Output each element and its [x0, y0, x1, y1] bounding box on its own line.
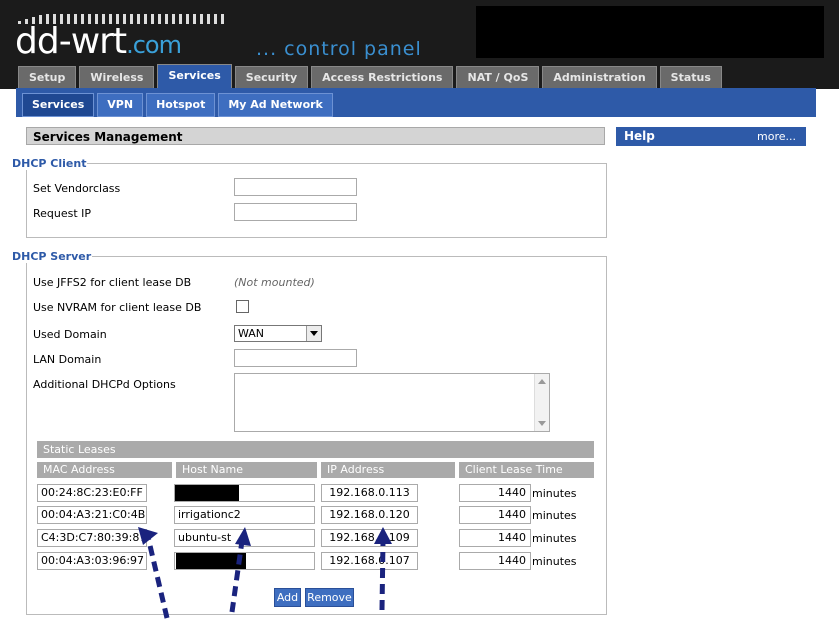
section-title: Services Management: [26, 127, 605, 145]
redaction-bar: [175, 485, 239, 501]
request-ip-input[interactable]: [234, 203, 357, 221]
request-ip-label: Request IP: [33, 207, 92, 220]
vendorclass-label: Set Vendorclass: [33, 182, 121, 195]
subtab-services[interactable]: Services: [22, 93, 95, 117]
lease-unit: minutes: [532, 555, 577, 568]
lease-unit: minutes: [532, 487, 577, 500]
nvram-checkbox[interactable]: [236, 300, 249, 313]
column-header-mac: MAC Address: [37, 462, 172, 478]
hostname-input[interactable]: ubuntu-st: [174, 529, 315, 547]
scroll-down-icon[interactable]: [538, 421, 546, 426]
vendorclass-input[interactable]: [234, 178, 357, 196]
chevron-down-icon[interactable]: [306, 326, 321, 341]
lease-time-input[interactable]: 1440: [459, 506, 531, 524]
scroll-up-icon[interactable]: [538, 379, 546, 384]
ip-input[interactable]: 192.168.0.113: [321, 484, 418, 502]
column-header-lease: Client Lease Time: [459, 462, 594, 478]
tagline: ... control panel: [256, 38, 422, 60]
jffs2-status: (Not mounted): [234, 276, 315, 289]
sub-tabs: Services VPN Hotspot My Ad Network: [22, 93, 333, 117]
jffs2-label: Use JFFS2 for client lease DB: [33, 276, 192, 289]
mac-input[interactable]: 00:04:A3:03:96:97: [37, 552, 147, 570]
help-more-link[interactable]: more...: [757, 127, 796, 146]
column-header-host: Host Name: [176, 462, 317, 478]
used-domain-value: WAN: [238, 327, 265, 340]
dhcp-client-legend: DHCP Client: [11, 157, 88, 170]
dhcp-server-legend: DHCP Server: [11, 250, 93, 263]
redaction-bar: [176, 553, 246, 569]
mac-input[interactable]: C4:3D:C7:80:39:87: [37, 529, 147, 547]
logo: dd-wrt.com: [15, 21, 182, 63]
tab-status[interactable]: Status: [659, 66, 722, 89]
tab-access-restrictions[interactable]: Access Restrictions: [311, 66, 454, 89]
static-leases-title: Static Leases: [37, 441, 594, 458]
tab-administration[interactable]: Administration: [542, 66, 657, 89]
tab-nat-qos[interactable]: NAT / QoS: [456, 66, 540, 89]
help-panel: Help more...: [616, 127, 806, 146]
subtab-vpn[interactable]: VPN: [97, 93, 144, 117]
lease-unit: minutes: [532, 532, 577, 545]
ip-input[interactable]: 192.168.0.120: [321, 506, 418, 524]
header-banner: [476, 6, 824, 58]
additional-options-textarea[interactable]: [234, 373, 550, 432]
tab-wireless[interactable]: Wireless: [79, 66, 155, 89]
used-domain-label: Used Domain: [33, 328, 107, 341]
ip-input[interactable]: 192.168.0.109: [321, 529, 418, 547]
lan-domain-label: LAN Domain: [33, 353, 102, 366]
lease-unit: minutes: [532, 509, 577, 522]
used-domain-select[interactable]: WAN: [234, 325, 322, 342]
mac-input[interactable]: 00:24:8C:23:E0:FF: [37, 484, 147, 502]
ip-input[interactable]: 192.168.0.107: [321, 552, 418, 570]
logo-text: dd-wrt: [15, 21, 127, 62]
additional-options-label: Additional DHCPd Options: [33, 378, 176, 391]
lease-time-input[interactable]: 1440: [459, 484, 531, 502]
main-tabs: Setup Wireless Services Security Access …: [18, 64, 722, 89]
tab-services[interactable]: Services: [157, 64, 232, 89]
add-button[interactable]: Add: [274, 588, 301, 607]
tab-setup[interactable]: Setup: [18, 66, 77, 89]
lease-time-input[interactable]: 1440: [459, 529, 531, 547]
mac-input[interactable]: 00:04:A3:21:C0:4B: [37, 506, 147, 524]
lease-time-input[interactable]: 1440: [459, 552, 531, 570]
help-title: Help: [624, 129, 655, 143]
lan-domain-input[interactable]: [234, 349, 357, 367]
nvram-label: Use NVRAM for client lease DB: [33, 301, 202, 314]
subtab-my-ad-network[interactable]: My Ad Network: [218, 93, 333, 117]
subtab-hotspot[interactable]: Hotspot: [146, 93, 216, 117]
logo-suffix: .com: [126, 31, 182, 59]
column-header-ip: IP Address: [321, 462, 455, 478]
tab-security[interactable]: Security: [234, 66, 309, 89]
dhcp-client-fieldset: [26, 163, 607, 238]
hostname-input[interactable]: irrigationc2: [174, 506, 315, 524]
textarea-scrollbar[interactable]: [534, 374, 549, 431]
remove-button[interactable]: Remove: [305, 588, 354, 607]
